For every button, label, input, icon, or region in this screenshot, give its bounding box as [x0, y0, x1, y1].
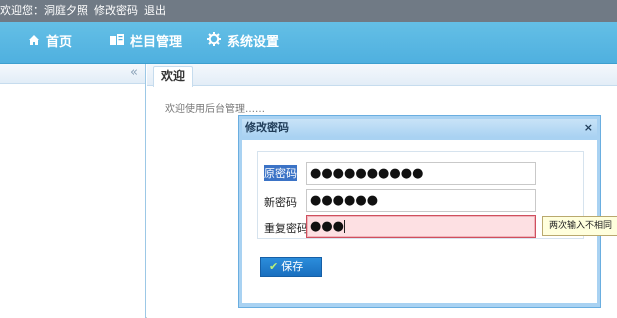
welcome-user-text: 欢迎您：洞庭夕照	[0, 4, 88, 17]
logout-link[interactable]: 退出	[144, 4, 166, 17]
close-icon[interactable]: ×	[584, 119, 593, 137]
nav-item-system-settings[interactable]: 系统设置	[207, 22, 279, 64]
dialog-title: 修改密码	[245, 121, 289, 134]
nav-item-column-manage[interactable]: 栏目管理	[110, 22, 182, 64]
error-tooltip: 两次输入不相同	[542, 216, 617, 236]
nav-item-label: 系统设置	[227, 35, 280, 50]
nav-item-label: 首页	[46, 35, 73, 50]
sidebar-header: «	[0, 64, 145, 84]
column-manage-icon	[110, 22, 124, 64]
dialog-title-bar[interactable]: 修改密码 ×	[242, 119, 597, 137]
top-bar: 欢迎您：洞庭夕照 修改密码 退出	[0, 0, 617, 22]
nav-item-home[interactable]: 首页	[28, 22, 72, 64]
change-password-dialog: 修改密码 × 原密码 ●●●●●●●●●● 新密码 ●●●●●● 重复密码 ●●…	[238, 115, 601, 308]
checkmark-icon: ✔	[269, 260, 279, 273]
repeat-password-label: 重复密码	[264, 222, 308, 235]
password-form: 原密码 ●●●●●●●●●● 新密码 ●●●●●● 重复密码 ●●●	[257, 151, 584, 239]
repeat-password-value: ●●●	[310, 219, 345, 234]
old-password-field[interactable]: ●●●●●●●●●●	[306, 162, 536, 185]
tab-strip: 欢迎	[147, 64, 617, 87]
nav-item-label: 栏目管理	[130, 35, 183, 50]
save-button-label: 保存	[281, 260, 304, 273]
new-password-label: 新密码	[264, 196, 297, 209]
save-button[interactable]: ✔ 保存	[260, 257, 322, 277]
collapse-sidebar-icon[interactable]: «	[130, 65, 138, 81]
repeat-password-field[interactable]: ●●●	[306, 215, 536, 238]
welcome-text: 欢迎使用后台管理……	[165, 104, 265, 115]
new-password-field[interactable]: ●●●●●●	[306, 189, 536, 212]
text-caret	[344, 220, 346, 233]
gear-icon	[207, 22, 221, 64]
main-nav: 首页 栏目管理 系统设置	[0, 22, 617, 64]
sidebar: «	[0, 64, 146, 318]
home-icon	[28, 22, 40, 64]
change-password-link[interactable]: 修改密码	[94, 4, 138, 17]
old-password-label: 原密码	[264, 165, 297, 181]
tab-welcome[interactable]: 欢迎	[153, 66, 193, 87]
